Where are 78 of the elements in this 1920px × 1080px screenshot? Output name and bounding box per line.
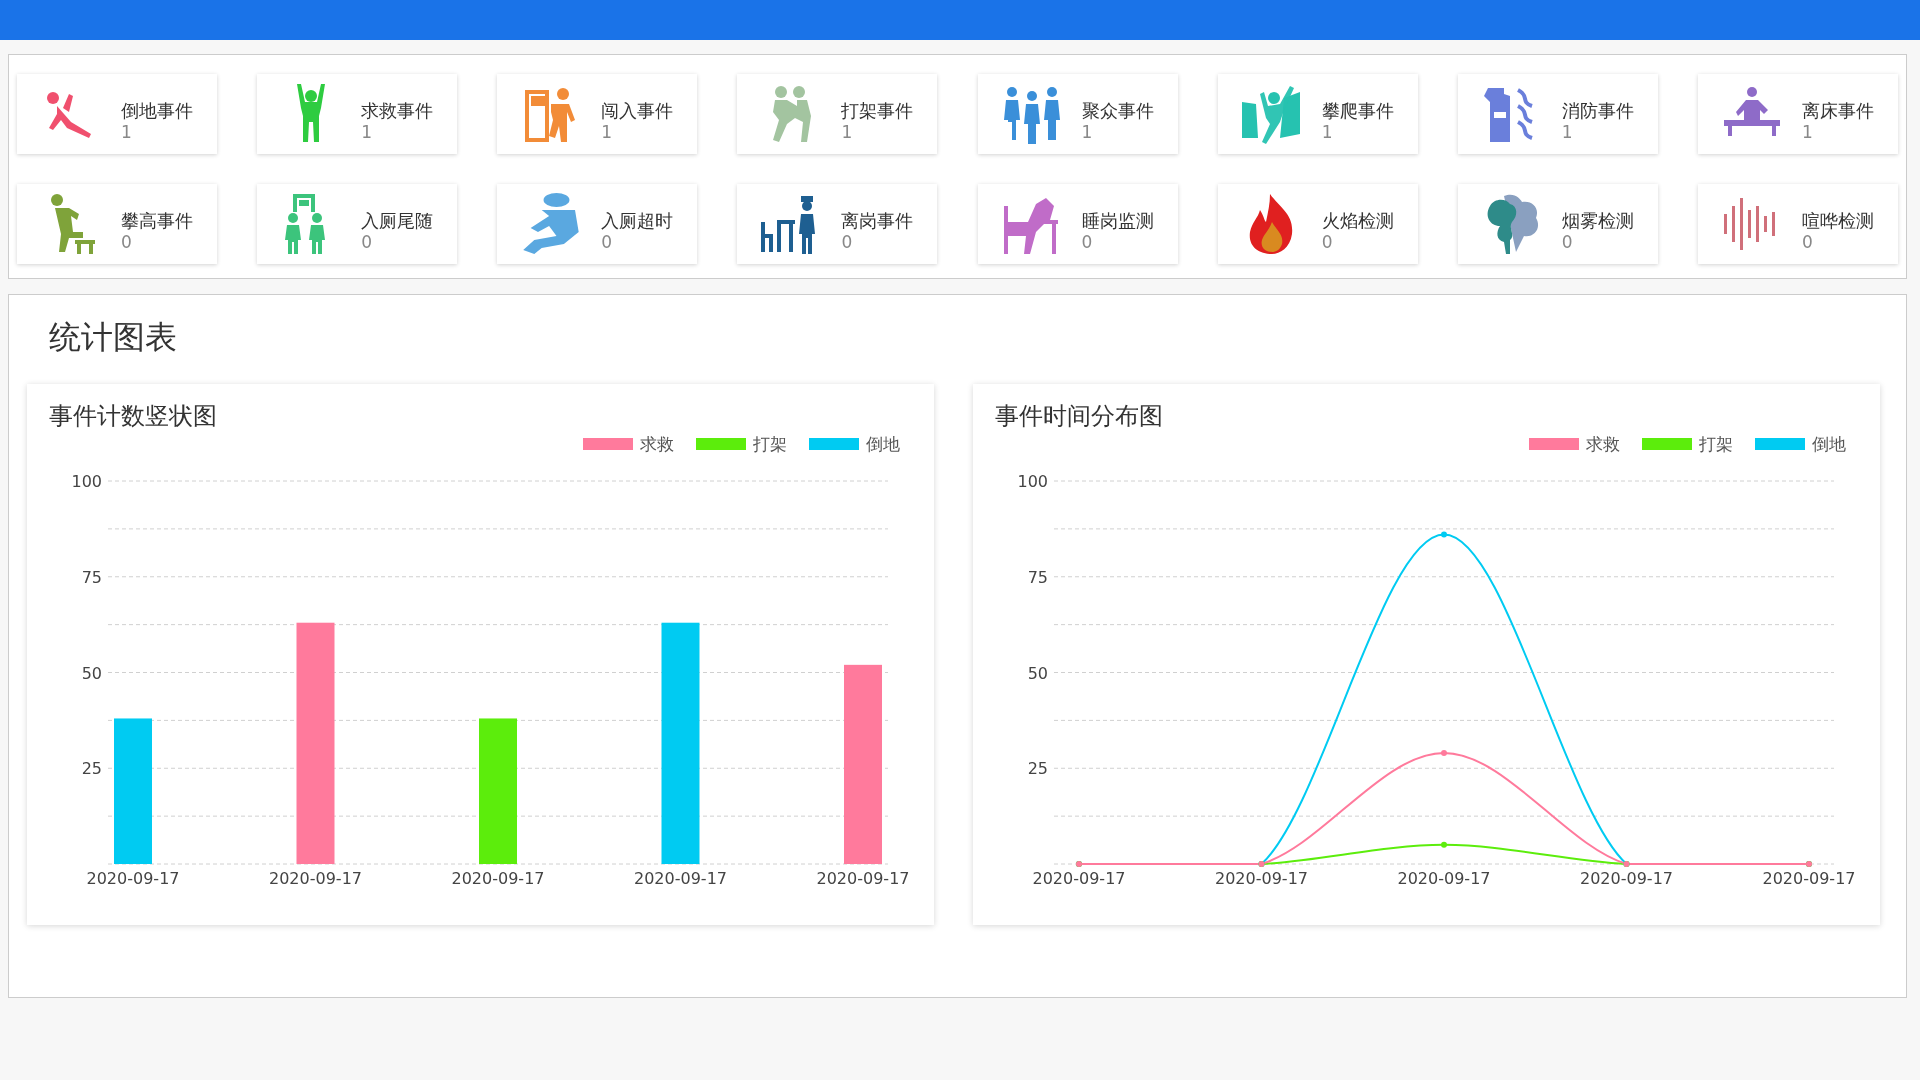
x-axis-label: 2020-09-17 <box>269 869 362 888</box>
legend-label: 倒地 <box>866 434 900 454</box>
x-axis-label: 2020-09-17 <box>451 869 545 888</box>
event-count: 1 <box>121 122 133 143</box>
legend-label: 求救 <box>640 434 674 454</box>
event-label: 离岗事件 <box>841 209 914 232</box>
x-axis-label: 2020-09-17 <box>1762 869 1856 888</box>
event-label: 喧哗检测 <box>1802 209 1874 232</box>
event-count: 0 <box>1561 232 1574 253</box>
event-count: 1 <box>1561 122 1574 143</box>
event-label: 火焰检测 <box>1321 209 1394 232</box>
event-label: 入厕超时 <box>601 209 674 232</box>
event-card[interactable]: 攀高事件 0 <box>17 184 217 264</box>
data-point <box>1441 841 1447 848</box>
event-label: 烟雾检测 <box>1561 209 1634 232</box>
event-count: 0 <box>121 232 133 253</box>
x-axis-label: 2020-09-17 <box>1397 869 1491 888</box>
y-axis-label: 25 <box>81 759 102 779</box>
event-card[interactable]: 入厕超时 0 <box>497 184 698 264</box>
event-card[interactable]: 离岗事件 0 <box>737 184 938 264</box>
event-card[interactable]: 入厕尾随 0 <box>257 184 458 264</box>
event-label: 睡岗监测 <box>1081 209 1154 232</box>
legend-label: 求救 <box>1586 434 1620 454</box>
legend-label: 打架 <box>1699 434 1733 454</box>
event-card[interactable]: 火焰检测 0 <box>1217 184 1418 264</box>
event-count: 1 <box>1321 122 1334 143</box>
x-axis-label: 2020-09-17 <box>86 869 180 888</box>
y-axis-label: 75 <box>81 567 102 587</box>
legend-label: 打架 <box>753 434 787 454</box>
y-axis-label: 25 <box>1027 759 1048 779</box>
event-count: 0 <box>361 232 373 253</box>
y-axis-label: 50 <box>81 663 102 683</box>
chart-title: 事件计数竖状图 <box>49 401 217 432</box>
event-count: 0 <box>601 232 614 253</box>
y-axis-label: 100 <box>71 472 102 491</box>
event-label: 入厕尾随 <box>361 209 434 232</box>
event-card[interactable]: 离床事件 1 <box>1698 74 1898 154</box>
event-count: 1 <box>841 122 854 143</box>
event-card[interactable]: 聚众事件 1 <box>977 74 1178 154</box>
event-label: 闯入事件 <box>601 99 674 122</box>
y-axis-label: 100 <box>1017 472 1048 491</box>
event-card[interactable]: 倒地事件 1 <box>17 74 217 154</box>
event-count: 1 <box>601 122 614 143</box>
event-label: 倒地事件 <box>121 99 193 122</box>
chart-title: 事件时间分布图 <box>995 401 1163 432</box>
event-count: 1 <box>1802 122 1814 143</box>
event-card[interactable]: 打架事件 1 <box>737 74 938 154</box>
event-card[interactable]: 求救事件 1 <box>257 74 458 154</box>
section-title: 统计图表 <box>49 317 178 358</box>
event-count: 0 <box>1802 232 1814 253</box>
event-count: 1 <box>361 122 373 143</box>
event-card[interactable]: 闯入事件 1 <box>497 74 698 154</box>
x-axis-label: 2020-09-17 <box>816 869 910 888</box>
legend-label: 倒地 <box>1812 434 1846 454</box>
y-axis-label: 75 <box>1027 567 1048 587</box>
event-label: 攀爬事件 <box>1321 99 1394 122</box>
data-point <box>1441 531 1447 538</box>
event-count: 0 <box>1321 232 1334 253</box>
y-axis-label: 50 <box>1027 663 1048 683</box>
event-count: 0 <box>1081 232 1094 253</box>
event-card[interactable]: 喧哗检测 0 <box>1698 184 1898 264</box>
event-count: 1 <box>1081 122 1094 143</box>
x-axis-label: 2020-09-17 <box>1580 869 1673 888</box>
event-label: 离床事件 <box>1802 99 1874 122</box>
x-axis-label: 2020-09-17 <box>634 869 727 888</box>
x-axis-label: 2020-09-17 <box>1032 869 1126 888</box>
event-label: 攀高事件 <box>121 209 193 232</box>
event-label: 消防事件 <box>1561 99 1634 122</box>
event-card[interactable]: 睡岗监测 0 <box>977 184 1178 264</box>
event-card[interactable]: 烟雾检测 0 <box>1457 184 1658 264</box>
x-axis-label: 2020-09-17 <box>1215 869 1308 888</box>
event-label: 打架事件 <box>841 99 914 122</box>
event-card[interactable]: 攀爬事件 1 <box>1217 74 1418 154</box>
event-count: 0 <box>841 232 854 253</box>
event-card[interactable]: 消防事件 1 <box>1457 74 1658 154</box>
event-label: 求救事件 <box>361 99 434 122</box>
event-label: 聚众事件 <box>1081 99 1154 122</box>
data-point <box>1441 749 1447 756</box>
